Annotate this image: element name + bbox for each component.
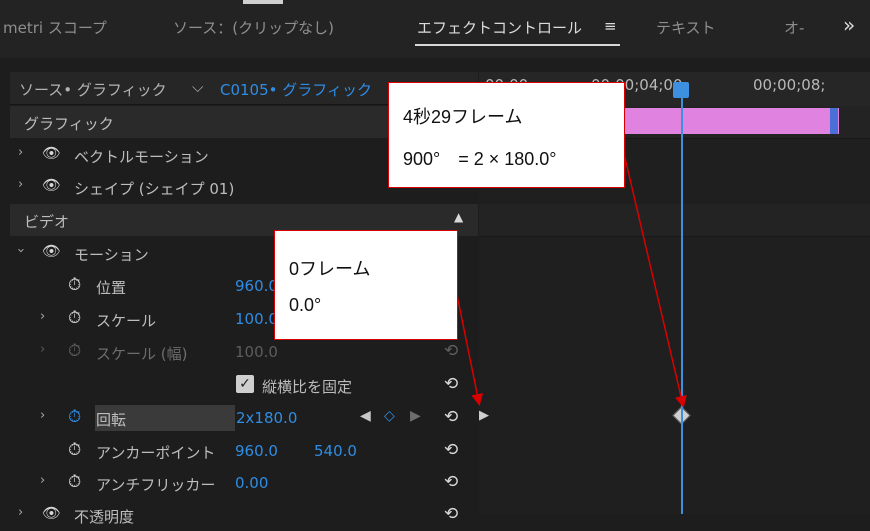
reset-icon[interactable]: ⟲ [444,472,458,492]
expand-arrow-icon: › [40,342,46,357]
vector-motion-label: ベクトルモーション [74,148,209,166]
expand-arrow-icon[interactable]: › [40,309,45,324]
tab-text[interactable]: テキスト [656,17,716,38]
reset-icon[interactable]: ⟲ [444,407,458,427]
clip-end-marker[interactable] [830,108,838,134]
section-graphic-label: グラフィック [24,115,114,133]
eye-icon[interactable]: 👁 [42,176,61,194]
stopwatch-icon[interactable]: ⏱ [68,275,81,295]
reset-icon[interactable]: ⟲ [444,440,458,460]
timeline-video-row [479,204,870,237]
scale-label: スケール [96,312,157,330]
stopwatch-icon: ⏱ [68,341,82,361]
tab-menu-icon[interactable]: ≡ [604,17,617,35]
expand-arrow-icon[interactable]: › [40,473,45,488]
anchor-y-value[interactable]: 540.0 [314,442,357,460]
expand-arrow-icon[interactable]: › [18,505,23,520]
scale-width-value: 100.0 [235,343,278,361]
source-left-label[interactable]: ソース• グラフィック [19,79,167,100]
uniform-scale-label: 縦横比を固定 [262,378,353,396]
panel-tab-bar: metri スコープ ソース：(クリップなし) エフェクトコントロール ≡ テキ… [0,0,870,59]
more-tabs-icon[interactable]: » [843,13,855,37]
next-keyframe-icon[interactable]: ▶ [410,408,421,424]
prop-uniform-scale[interactable]: ✓ 縦横比を固定 ⟲ [10,369,478,401]
expand-arrow-icon[interactable]: › [18,177,23,192]
eye-icon[interactable]: 👁 [42,144,61,162]
prop-rotation[interactable]: › ⏱ 回転 2x180.0 ◀ ◇ ▶ ⟲ [10,402,478,434]
playhead-handle[interactable] [673,82,689,98]
eye-icon[interactable]: 👁 [42,242,61,260]
position-x-value[interactable]: 960.0 [235,277,278,295]
active-tab-underline [415,44,620,46]
uniform-scale-checkbox[interactable]: ✓ [236,375,254,393]
callout-start-line1: 0フレーム [289,259,371,279]
prop-scale-width: › ⏱ スケール (幅) 100.0 ⟲ [10,336,478,368]
expand-arrow-icon[interactable]: › [40,408,45,423]
callout-end-line1: 4秒29フレーム [403,107,523,127]
callout-start-line2: 0.0° [289,295,322,315]
anchor-x-value[interactable]: 960.0 [235,442,278,460]
stopwatch-icon[interactable]: ⏱ [68,440,81,460]
collapse-up-icon[interactable]: ▲ [454,210,463,224]
expand-arrow-icon[interactable]: › [18,145,23,160]
position-label: 位置 [96,279,127,297]
scale-value[interactable]: 100.0 [235,310,278,328]
tab-drag-indicator [243,0,283,4]
reset-icon[interactable]: ⟲ [444,374,458,394]
chevron-down-icon[interactable]: ⌵ [192,78,203,96]
playhead-line[interactable] [681,86,683,514]
shape-label: シェイプ (シェイプ 01) [74,180,235,198]
stopwatch-icon[interactable]: ⏱ [68,308,81,328]
source-right-label[interactable]: C0105• グラフィック [220,79,372,100]
rotation-label: 回転 [96,411,127,429]
callout-end-line2: 900° = 2 × 180.0° [403,149,557,169]
callout-start-keyframe: 0フレーム 0.0° [274,230,458,340]
section-video-label: ビデオ [24,213,70,231]
stopwatch-icon[interactable]: ⏱ [68,472,81,492]
antiflicker-label: アンチフリッカー [96,476,216,494]
prop-anchor-point[interactable]: ⏱ アンカーポイント 960.0 540.0 ⟲ [10,435,478,467]
prop-antiflicker[interactable]: › ⏱ アンチフリッカー 0.00 ⟲ [10,467,478,499]
stopwatch-icon[interactable]: ⏱ [68,407,81,427]
expand-arrow-icon[interactable]: › [13,248,28,253]
keyframe-start-icon[interactable]: ▶ [479,408,489,423]
prev-keyframe-icon[interactable]: ◀ [360,408,371,424]
reset-icon[interactable]: ⟲ [444,504,458,524]
scale-width-label: スケール (幅) [96,345,188,363]
effect-opacity[interactable]: › 👁 不透明度 ⟲ [10,499,478,531]
tab-effect-controls[interactable]: エフェクトコントロール [417,17,582,38]
eye-icon[interactable]: 👁 [42,504,61,522]
add-keyframe-icon[interactable]: ◇ [384,408,395,424]
motion-label: モーション [74,246,149,264]
clip-bar[interactable] [619,108,839,134]
callout-end-keyframe: 4秒29フレーム 900° = 2 × 180.0° [388,82,625,188]
tab-audio[interactable]: オ- [784,17,804,38]
timecode-8s: 00;00;08; [753,76,826,94]
tab-source[interactable]: ソース：(クリップなし) [173,17,334,38]
tab-lumetri-scope[interactable]: metri スコープ [3,17,107,38]
rotation-value[interactable]: 2x180.0 [236,409,297,427]
opacity-label: 不透明度 [74,508,135,526]
anchor-label: アンカーポイント [96,444,216,462]
antiflicker-value[interactable]: 0.00 [235,474,268,492]
reset-icon: ⟲ [444,341,459,361]
